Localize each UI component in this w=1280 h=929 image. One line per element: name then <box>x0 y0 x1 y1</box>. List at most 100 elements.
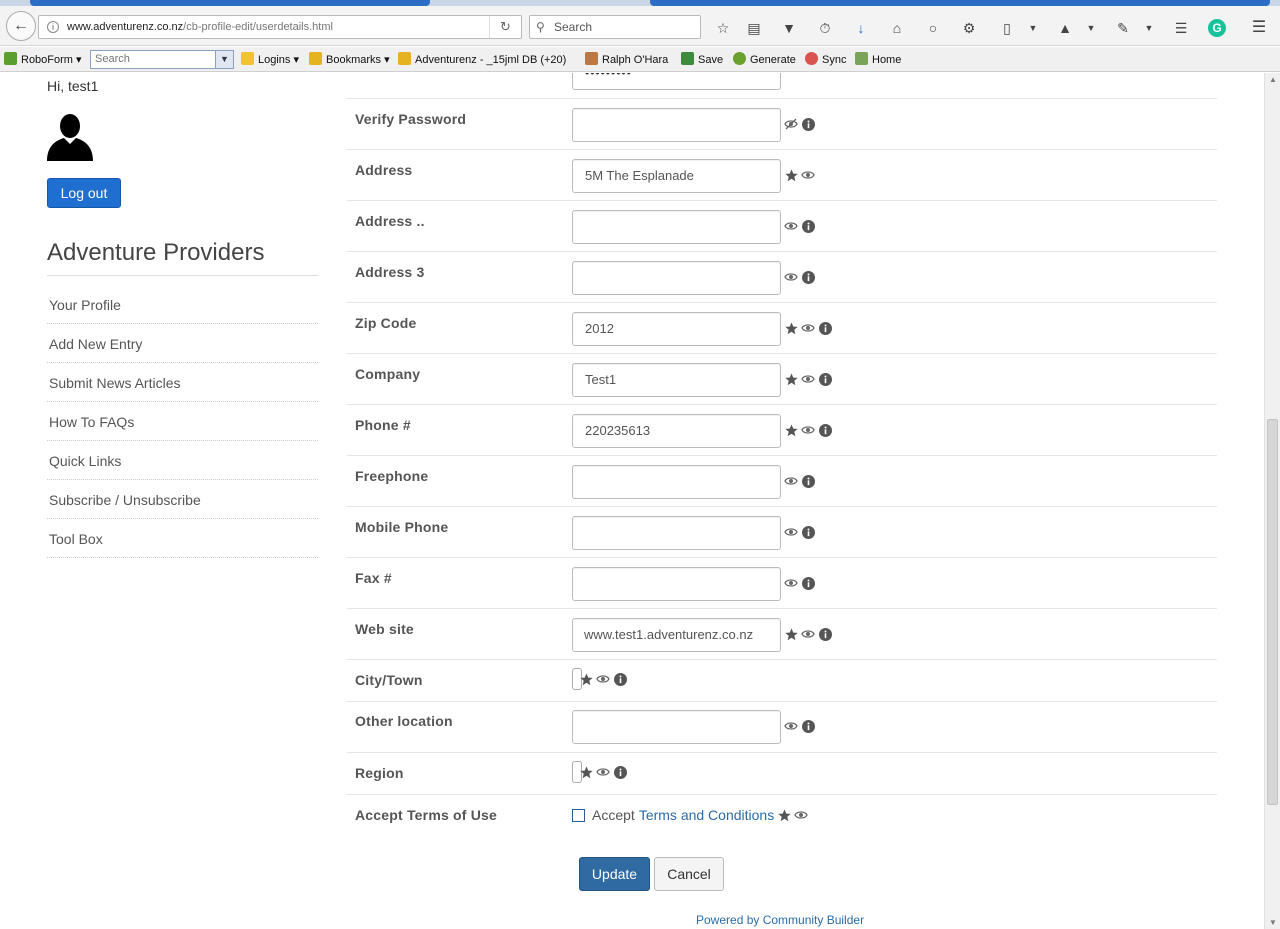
info-icon[interactable] <box>818 372 832 386</box>
cancel-button[interactable]: Cancel <box>654 857 724 891</box>
eye-icon[interactable] <box>801 372 815 386</box>
eye-icon[interactable] <box>784 474 798 488</box>
info-icon[interactable] <box>613 672 627 686</box>
info-icon[interactable] <box>613 765 627 779</box>
home-icon[interactable]: ⌂ <box>888 19 906 37</box>
eye-icon[interactable] <box>784 270 798 284</box>
download-icon[interactable]: ↓ <box>852 19 870 37</box>
sidebar-item-subscribe[interactable]: Subscribe / Unsubscribe <box>47 480 318 519</box>
powered-by-link[interactable]: Powered by Community Builder <box>696 913 864 927</box>
info-icon[interactable] <box>801 219 815 233</box>
url-bar[interactable]: i www.adventurenz.co.nz/cb-profile-edit/… <box>38 15 522 39</box>
save-bookmark[interactable]: Save <box>681 52 723 68</box>
verify-password-field[interactable] <box>572 108 781 142</box>
password-field[interactable]: ••••••••• <box>572 73 781 90</box>
sync-icon <box>805 52 818 65</box>
eye-icon[interactable] <box>784 719 798 733</box>
phone-field[interactable]: 220235613 <box>572 414 781 448</box>
info-icon[interactable] <box>801 719 815 733</box>
field-icons <box>784 576 815 590</box>
website-field[interactable]: www.test1.adventurenz.co.nz <box>572 618 781 652</box>
accept-terms-checkbox[interactable] <box>572 808 585 822</box>
back-button[interactable]: ← <box>6 11 36 41</box>
zip-code-field[interactable]: 2012 <box>572 312 781 346</box>
clipboard-icon[interactable]: ▯ <box>998 19 1016 37</box>
freephone-field[interactable] <box>572 465 781 499</box>
star-required-icon <box>784 321 798 335</box>
info-icon[interactable]: i <box>47 21 59 33</box>
eye-icon[interactable] <box>801 168 815 182</box>
form-row-phone: Phone # 220235613 <box>347 405 1217 456</box>
vertical-scrollbar[interactable]: ▲ ▼ <box>1264 73 1280 929</box>
dropdown-arrow-icon[interactable]: ▼ <box>1024 19 1042 37</box>
layers-icon[interactable]: ☰ <box>1172 19 1190 37</box>
info-icon[interactable] <box>801 576 815 590</box>
address-2-field[interactable] <box>572 210 781 244</box>
screenshot-icon[interactable]: ▲ <box>1056 19 1074 37</box>
history-icon[interactable]: ⏱ <box>816 19 834 37</box>
chevron-down-icon[interactable]: ▼ <box>215 51 233 68</box>
address-3-field[interactable] <box>572 261 781 295</box>
pocket-icon[interactable]: ▼ <box>780 19 798 37</box>
info-icon[interactable] <box>801 117 815 131</box>
info-icon[interactable] <box>801 525 815 539</box>
eye-icon[interactable] <box>801 423 815 437</box>
mobile-phone-field[interactable] <box>572 516 781 550</box>
hamburger-menu-icon[interactable]: ☰ <box>1250 19 1268 37</box>
info-icon[interactable] <box>818 423 832 437</box>
eye-icon[interactable] <box>596 765 610 779</box>
bookmark-star-icon[interactable]: ☆ <box>714 19 732 37</box>
sidebar-item-how-to-faqs[interactable]: How To FAQs <box>47 402 318 441</box>
ralph-bookmark[interactable]: Ralph O'Hara <box>585 52 668 68</box>
logins-button[interactable]: Logins ▾ <box>241 52 299 68</box>
browser-search-input[interactable]: ⚲ Search <box>529 15 701 39</box>
sidebar-item-tool-box[interactable]: Tool Box <box>47 519 318 558</box>
sidebar-item-submit-news[interactable]: Submit News Articles <box>47 363 318 402</box>
address-field[interactable]: 5M The Esplanade <box>572 159 781 193</box>
dropdown-arrow-icon[interactable]: ▼ <box>1140 19 1158 37</box>
eye-icon[interactable] <box>596 672 610 686</box>
update-button[interactable]: Update <box>579 857 650 891</box>
extension-icon[interactable]: ⚙ <box>960 19 978 37</box>
fax-field[interactable] <box>572 567 781 601</box>
info-icon[interactable] <box>818 321 832 335</box>
scroll-up-icon[interactable]: ▲ <box>1268 75 1278 84</box>
scrollbar-thumb[interactable] <box>1267 419 1278 805</box>
eye-icon[interactable] <box>794 808 808 822</box>
eyedropper-icon[interactable]: ✎ <box>1114 19 1132 37</box>
bookmarks-menu[interactable]: Bookmarks ▾ <box>309 52 390 68</box>
eye-icon[interactable] <box>784 576 798 590</box>
logout-button[interactable]: Log out <box>47 178 121 208</box>
field-label: Web site <box>355 621 414 637</box>
eye-slash-icon[interactable] <box>784 117 798 131</box>
other-location-field[interactable] <box>572 710 781 744</box>
grammarly-icon[interactable]: G <box>1208 19 1226 37</box>
scroll-down-icon[interactable]: ▼ <box>1268 918 1278 927</box>
info-icon[interactable] <box>801 474 815 488</box>
terms-link[interactable]: Terms and Conditions <box>639 807 774 823</box>
home-bookmark[interactable]: Home <box>855 52 901 68</box>
eye-icon[interactable] <box>801 321 815 335</box>
star-required-icon <box>784 423 798 437</box>
sidebar-item-add-new-entry[interactable]: Add New Entry <box>47 324 318 363</box>
generate-bookmark[interactable]: Generate <box>733 52 796 68</box>
generate-icon <box>733 52 746 65</box>
info-icon[interactable] <box>801 270 815 284</box>
eye-icon[interactable] <box>784 219 798 233</box>
reload-icon[interactable]: ↻ <box>489 16 521 38</box>
eye-icon[interactable] <box>784 525 798 539</box>
sidebar-item-quick-links[interactable]: Quick Links <box>47 441 318 480</box>
sync-bookmark[interactable]: Sync <box>805 52 846 68</box>
company-field[interactable]: Test1 <box>572 363 781 397</box>
field-label: Fax # <box>355 570 392 586</box>
reading-list-icon[interactable]: ▤ <box>745 19 763 37</box>
info-icon[interactable] <box>818 627 832 641</box>
eye-icon[interactable] <box>801 627 815 641</box>
roboform-search-input[interactable]: Search ▼ <box>90 50 234 69</box>
roboform-button[interactable]: RoboForm ▾ <box>4 52 82 68</box>
sidebar-item-your-profile[interactable]: Your Profile <box>47 285 318 324</box>
adventurenz-bookmark[interactable]: Adventurenz - _15jml DB (+20) <box>398 52 566 68</box>
dropdown-arrow-icon[interactable]: ▼ <box>1082 19 1100 37</box>
star-required-icon <box>784 168 798 182</box>
chat-icon[interactable]: ○ <box>924 19 942 37</box>
